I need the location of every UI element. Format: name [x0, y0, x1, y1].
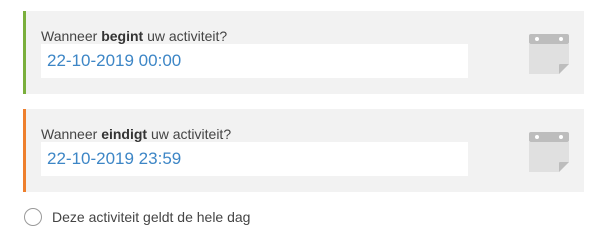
calendar-icon — [529, 34, 569, 74]
calendar-icon — [529, 132, 569, 172]
start-question-label: Wanneer begint uw activiteit? — [41, 28, 227, 44]
all-day-option[interactable]: Deze activiteit geldt de hele dag — [24, 208, 250, 226]
end-question-label: Wanneer eindigt uw activiteit? — [41, 126, 231, 142]
start-calendar-button[interactable] — [529, 34, 569, 74]
end-calendar-button[interactable] — [529, 132, 569, 172]
end-datetime-panel: Wanneer eindigt uw activiteit? — [23, 109, 584, 192]
start-datetime-panel: Wanneer begint uw activiteit? — [23, 11, 584, 94]
end-question-bold: eindigt — [101, 126, 148, 142]
start-question-bold: begint — [101, 28, 144, 44]
end-datetime-input[interactable] — [41, 142, 468, 176]
all-day-radio[interactable] — [24, 208, 42, 226]
end-question-prefix: Wanneer — [41, 126, 102, 142]
end-question-suffix: uw activiteit? — [147, 126, 232, 142]
all-day-label[interactable]: Deze activiteit geldt de hele dag — [52, 209, 250, 225]
start-question-prefix: Wanneer — [41, 28, 102, 44]
start-datetime-input[interactable] — [41, 44, 468, 78]
start-question-suffix: uw activiteit? — [143, 28, 228, 44]
